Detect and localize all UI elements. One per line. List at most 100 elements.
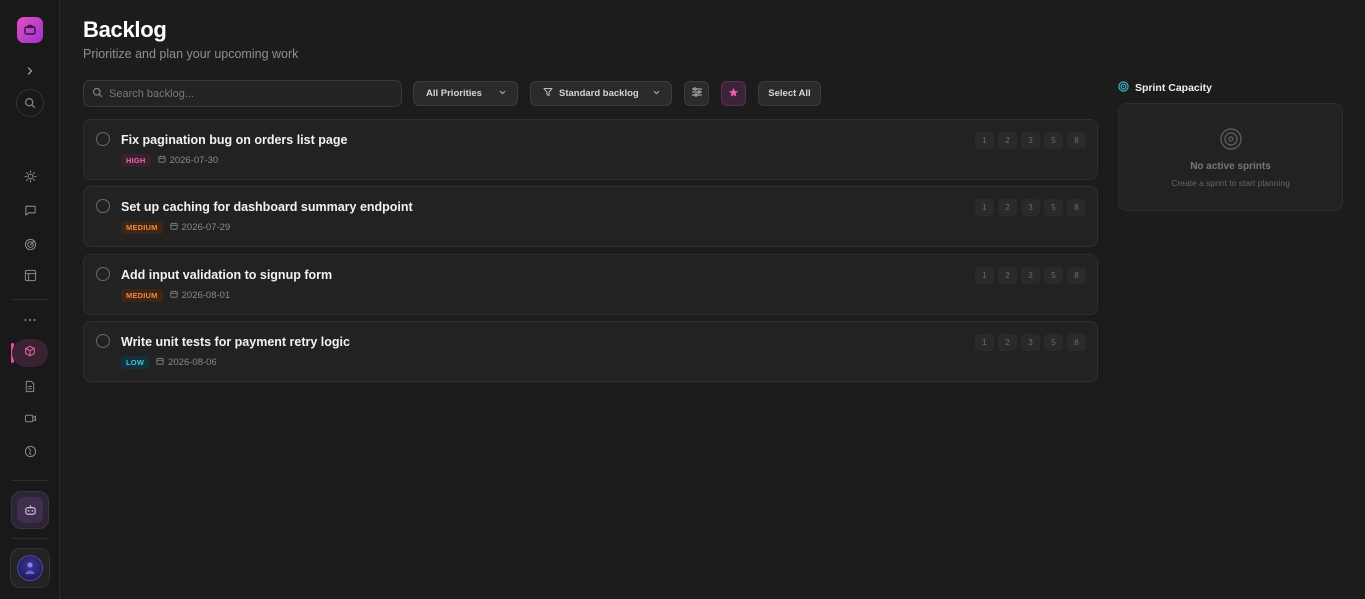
search-icon xyxy=(16,89,44,117)
cube-icon xyxy=(24,344,36,362)
sprint-capacity-header: Sprint Capacity xyxy=(1118,81,1212,95)
backlog-card[interactable]: Set up caching for dashboard summary end… xyxy=(83,186,1098,247)
calendar-icon xyxy=(170,290,178,301)
backlog-card[interactable]: Write unit tests for payment retry logic… xyxy=(83,321,1098,382)
sliders-icon xyxy=(691,85,703,103)
view-filter-dropdown[interactable]: Standard backlog xyxy=(530,81,672,106)
backlog-item-title[interactable]: Set up caching for dashboard summary end… xyxy=(121,200,413,214)
assistant-button[interactable] xyxy=(11,491,49,529)
target-icon xyxy=(1118,81,1129,95)
radar-icon[interactable] xyxy=(15,229,45,259)
due-date-text: 2026-07-29 xyxy=(181,222,231,233)
story-point-button[interactable]: 2 xyxy=(998,334,1017,351)
due-date-text: 2026-07-30 xyxy=(169,155,219,166)
select-all-button[interactable]: Select All xyxy=(758,81,821,106)
sidebar-divider xyxy=(12,480,48,481)
due-date: 2026-08-01 xyxy=(170,290,231,301)
favorites-button[interactable] xyxy=(721,81,746,106)
priority-filter-dropdown[interactable]: All Priorities xyxy=(413,81,518,106)
story-point-button[interactable]: 5 xyxy=(1044,334,1063,351)
story-points: 12358 xyxy=(975,334,1086,351)
app-root: Backlog Prioritize and plan your upcomin… xyxy=(0,0,1365,599)
story-point-button[interactable]: 8 xyxy=(1067,132,1086,149)
select-checkbox[interactable] xyxy=(96,199,110,213)
avatar xyxy=(17,555,43,581)
priority-badge: LOW xyxy=(121,356,150,369)
priority-badge: HIGH xyxy=(121,154,151,167)
due-date: 2026-08-06 xyxy=(156,357,217,368)
backlog-item-meta: MEDIUM 2026-08-01 xyxy=(121,289,230,302)
backlog-item-title[interactable]: Add input validation to signup form xyxy=(121,268,332,282)
backlog-card[interactable]: Add input validation to signup form MEDIU… xyxy=(83,254,1098,315)
sidebar-divider xyxy=(12,538,48,539)
sprint-capacity-panel: No active sprints Create a sprint to sta… xyxy=(1118,103,1343,211)
story-point-button[interactable]: 3 xyxy=(1021,199,1040,216)
story-point-button[interactable]: 5 xyxy=(1044,267,1063,284)
priority-filter-label: All Priorities xyxy=(426,88,482,99)
video-icon[interactable] xyxy=(15,403,45,433)
priority-badge: MEDIUM xyxy=(121,289,163,302)
priority-badge: MEDIUM xyxy=(121,221,163,234)
story-point-button[interactable]: 2 xyxy=(998,267,1017,284)
calendar-icon xyxy=(156,357,164,368)
backlog-card[interactable]: Fix pagination bug on orders list page HI… xyxy=(83,119,1098,180)
story-point-button[interactable]: 8 xyxy=(1067,199,1086,216)
backlog-item-meta: HIGH 2026-07-30 xyxy=(121,154,218,167)
more-icon[interactable] xyxy=(15,305,45,335)
settings-sliders-button[interactable] xyxy=(684,81,709,106)
story-point-button[interactable]: 1 xyxy=(975,334,994,351)
story-points: 12358 xyxy=(975,199,1086,216)
story-point-button[interactable]: 2 xyxy=(998,199,1017,216)
story-point-button[interactable]: 5 xyxy=(1044,199,1063,216)
user-menu[interactable] xyxy=(10,548,50,588)
due-date: 2026-07-29 xyxy=(170,222,231,233)
sidebar-item-backlog[interactable] xyxy=(12,339,48,367)
sidebar-divider xyxy=(12,299,48,300)
story-point-button[interactable]: 8 xyxy=(1067,267,1086,284)
story-point-button[interactable]: 1 xyxy=(975,199,994,216)
chevron-down-icon xyxy=(652,88,661,100)
select-checkbox[interactable] xyxy=(96,334,110,348)
due-date-text: 2026-08-01 xyxy=(181,290,231,301)
view-filter-label: Standard backlog xyxy=(559,88,639,99)
search-input[interactable] xyxy=(109,87,389,100)
calendar-icon xyxy=(157,155,166,166)
star-icon xyxy=(728,85,739,103)
layout-icon[interactable] xyxy=(15,260,45,290)
search-box[interactable] xyxy=(83,80,402,107)
logo-icon[interactable] xyxy=(17,17,43,43)
backlog-item-title[interactable]: Write unit tests for payment retry logic xyxy=(121,335,350,349)
story-point-button[interactable]: 8 xyxy=(1067,334,1086,351)
due-date: 2026-07-30 xyxy=(157,155,219,166)
select-checkbox[interactable] xyxy=(96,132,110,146)
story-point-button[interactable]: 3 xyxy=(1021,267,1040,284)
due-date-text: 2026-08-06 xyxy=(168,357,217,368)
story-point-button[interactable]: 3 xyxy=(1021,334,1040,351)
story-point-button[interactable]: 5 xyxy=(1044,132,1063,149)
page-subtitle: Prioritize and plan your upcoming work xyxy=(83,47,299,61)
story-point-button[interactable]: 1 xyxy=(975,132,994,149)
story-points: 12358 xyxy=(975,132,1086,149)
story-point-button[interactable]: 2 xyxy=(998,132,1017,149)
calendar-icon xyxy=(170,222,178,233)
story-point-button[interactable]: 1 xyxy=(975,267,994,284)
backlog-item-meta: MEDIUM 2026-07-29 xyxy=(121,221,230,234)
chevron-down-icon xyxy=(498,88,507,100)
sprint-capacity-title: Sprint Capacity xyxy=(1135,82,1213,94)
sun-icon[interactable] xyxy=(15,161,45,191)
backlog-item-title[interactable]: Fix pagination bug on orders list page xyxy=(121,133,347,147)
target-icon xyxy=(1219,127,1243,156)
search-button[interactable] xyxy=(15,88,45,118)
filter-icon xyxy=(543,87,553,100)
search-icon xyxy=(92,85,103,103)
globe-icon[interactable] xyxy=(15,436,45,466)
empty-state-title: No active sprints xyxy=(1190,161,1271,172)
empty-state-subtitle: Create a sprint to start planning xyxy=(1171,178,1290,188)
robot-icon xyxy=(17,497,43,523)
sidebar xyxy=(0,0,60,599)
document-icon[interactable] xyxy=(15,371,45,401)
chevron-right-icon[interactable] xyxy=(15,56,45,86)
story-point-button[interactable]: 3 xyxy=(1021,132,1040,149)
select-checkbox[interactable] xyxy=(96,267,110,281)
chat-icon[interactable] xyxy=(15,195,45,225)
